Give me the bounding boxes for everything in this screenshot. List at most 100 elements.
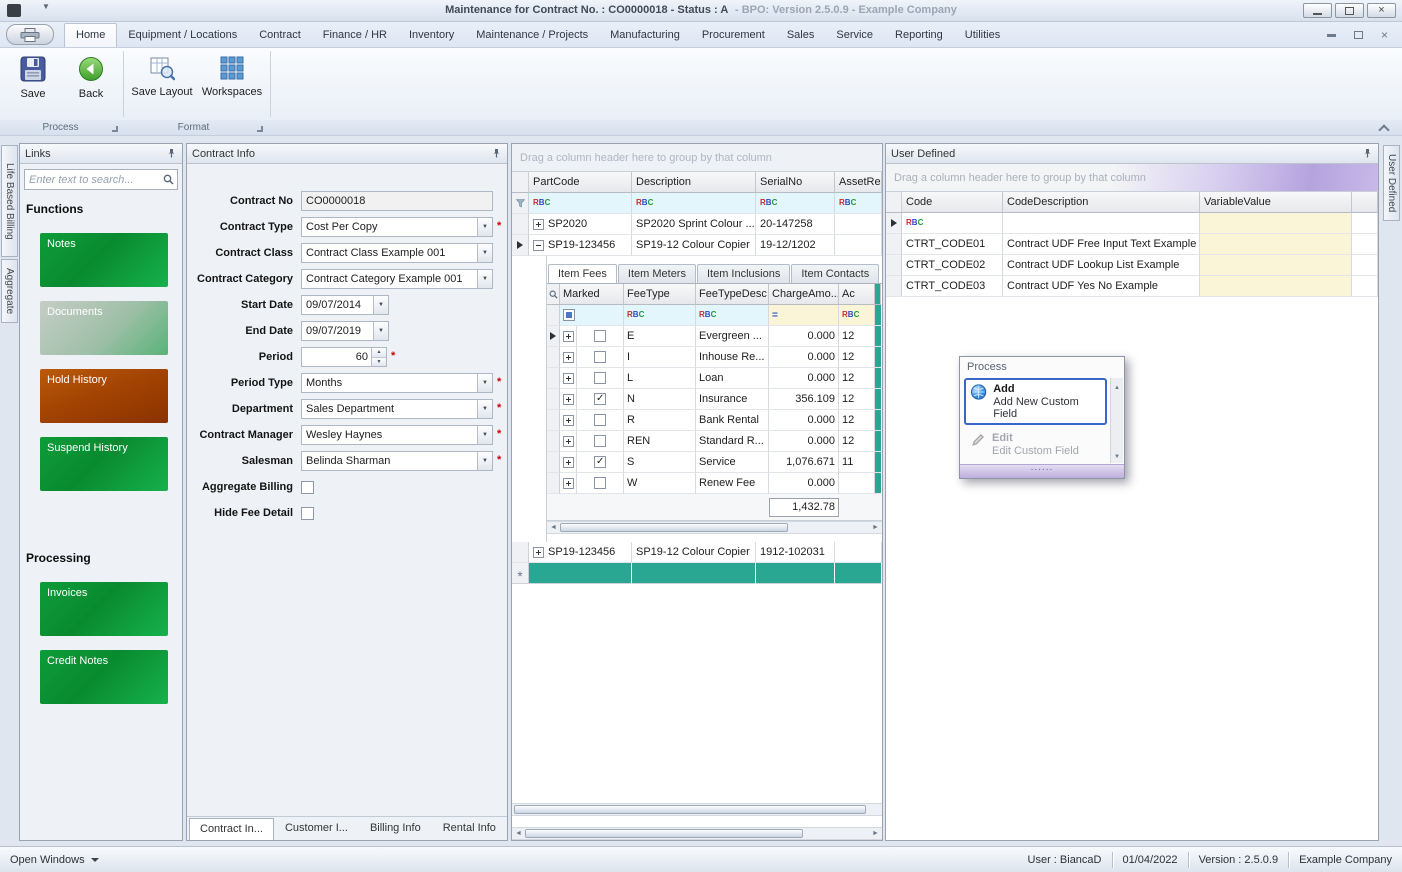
ribbon-tab-utilities[interactable]: Utilities (954, 24, 1011, 47)
scrollbar-thumb[interactable] (514, 805, 866, 814)
back-button[interactable]: Back (62, 48, 120, 120)
group-by-hint[interactable]: Drag a column header here to group by th… (886, 164, 1378, 192)
cell-feetype[interactable]: E (624, 326, 696, 347)
search-icon[interactable] (163, 174, 174, 185)
table-row[interactable]: W Renew Fee 0.000 (547, 473, 882, 494)
cell-expand[interactable] (560, 368, 577, 389)
documents-button[interactable]: Documents (40, 301, 168, 355)
column-header-chargeamount[interactable]: ChargeAmo... (769, 284, 839, 305)
invoices-button[interactable]: Invoices (40, 582, 168, 636)
column-header-code[interactable]: Code (902, 192, 1003, 213)
detail-horizontal-scrollbar[interactable] (547, 521, 882, 534)
cell-acc[interactable]: 12 (839, 389, 875, 410)
cell-feetype[interactable]: REN (624, 431, 696, 452)
column-header-marked[interactable]: Marked (560, 284, 624, 305)
new-cell-partcode[interactable] (529, 563, 632, 584)
filter-cell-acc[interactable] (839, 305, 875, 326)
cell-codedescription[interactable]: Contract UDF Yes No Example (1003, 276, 1200, 297)
cell-expand[interactable] (560, 410, 577, 431)
scroll-down-icon[interactable] (1114, 449, 1120, 461)
cell-expand[interactable] (560, 452, 577, 473)
ribbon-tab-contract[interactable]: Contract (248, 24, 312, 47)
ribbon-tab-maintenance-projects[interactable]: Maintenance / Projects (465, 24, 599, 47)
cell-feetypedesc[interactable]: Service (696, 452, 769, 473)
marked-checkbox[interactable] (594, 393, 606, 405)
end-date-picker[interactable]: 09/07/2019 (301, 321, 389, 341)
hide-fee-detail-checkbox[interactable] (301, 507, 314, 520)
contract-no-input[interactable]: CO0000018 (301, 191, 493, 211)
filter-cell-partcode[interactable] (529, 193, 632, 214)
cell-expand[interactable] (560, 431, 577, 452)
ribbon-collapse-icon[interactable] (1378, 123, 1390, 133)
mdi-close-icon[interactable]: × (1381, 31, 1388, 39)
spin-down-icon[interactable] (372, 357, 386, 367)
tab-item-meters[interactable]: Item Meters (618, 264, 696, 283)
filter-cell-serialno[interactable] (756, 193, 835, 214)
pin-icon[interactable] (1362, 148, 1373, 159)
cell-code[interactable]: CTRT_CODE03 (902, 276, 1003, 297)
add-custom-field-button[interactable]: Add Add New Custom Field (964, 378, 1107, 425)
new-cell-assetreg[interactable] (835, 563, 882, 584)
ribbon-tab-service[interactable]: Service (825, 24, 884, 47)
table-row[interactable]: REN Standard R... 0.000 12 (547, 431, 882, 452)
marked-checkbox[interactable] (594, 477, 606, 489)
cell-partcode[interactable]: SP19-123456 (529, 235, 632, 256)
contract-category-select[interactable]: Contract Category Example 001 (301, 269, 493, 289)
cell-assetreg[interactable] (835, 235, 882, 256)
new-cell-description[interactable] (632, 563, 756, 584)
dialog-launcher-icon[interactable] (257, 126, 263, 132)
notes-button[interactable]: Notes (40, 233, 168, 287)
expand-icon[interactable] (533, 219, 544, 230)
cell-chargeamount[interactable]: 0.000 (769, 326, 839, 347)
filter-cell-marked[interactable] (560, 305, 624, 326)
cell-expand[interactable] (560, 326, 577, 347)
cell-code[interactable]: CTRT_CODE02 (902, 255, 1003, 276)
cell-acc[interactable]: 12 (839, 326, 875, 347)
save-layout-button[interactable]: Save Layout (127, 48, 197, 120)
filter-cell-description[interactable] (632, 193, 756, 214)
cell-feetype[interactable]: I (624, 347, 696, 368)
ribbon-tab-procurement[interactable]: Procurement (691, 24, 776, 47)
cell-marked[interactable] (577, 452, 624, 473)
save-button[interactable]: Save (4, 48, 62, 120)
department-select[interactable]: Sales Department (301, 399, 493, 419)
new-item-row[interactable] (512, 563, 882, 584)
cell-marked[interactable] (577, 389, 624, 410)
column-header-feetypedesc[interactable]: FeeTypeDesc (696, 284, 769, 305)
cell-chargeamount[interactable]: 0.000 (769, 368, 839, 389)
scroll-up-icon[interactable] (1114, 380, 1120, 392)
workspaces-button[interactable]: Workspaces (197, 48, 267, 120)
cell-marked[interactable] (577, 473, 624, 494)
column-header-description[interactable]: Description (632, 172, 756, 193)
table-row[interactable]: E Evergreen ... 0.000 12 (547, 326, 882, 347)
filter-checkbox[interactable] (563, 309, 575, 321)
cell-marked[interactable] (577, 368, 624, 389)
column-header-acc[interactable]: Ac (839, 284, 875, 305)
table-row[interactable]: CTRT_CODE03 Contract UDF Yes No Example (886, 276, 1378, 297)
cell-chargeamount[interactable]: 1,076.671 (769, 452, 839, 473)
contract-type-select[interactable]: Cost Per Copy (301, 217, 493, 237)
cell-feetypedesc[interactable]: Insurance (696, 389, 769, 410)
titlebar[interactable]: ▼ Maintenance for Contract No. : CO00000… (0, 0, 1402, 22)
expand-icon[interactable] (563, 457, 574, 468)
column-header-serialno[interactable]: SerialNo (756, 172, 835, 193)
cell-chargeamount[interactable]: 0.000 (769, 347, 839, 368)
table-row[interactable]: R Bank Rental 0.000 12 (547, 410, 882, 431)
ribbon-tab-inventory[interactable]: Inventory (398, 24, 465, 47)
ribbon-tab-manufacturing[interactable]: Manufacturing (599, 24, 691, 47)
cell-description[interactable]: SP2020 Sprint Colour ... (632, 214, 756, 235)
cell-variablevalue[interactable] (1200, 234, 1352, 255)
cell-marked[interactable] (577, 431, 624, 452)
credit-notes-button[interactable]: Credit Notes (40, 650, 168, 704)
marked-checkbox[interactable] (594, 351, 606, 363)
tab-contract-info[interactable]: Contract In... (189, 818, 274, 840)
ribbon-tab-equipment-locations[interactable]: Equipment / Locations (117, 24, 248, 47)
side-tab-user-defined[interactable]: User Defined (1383, 145, 1400, 221)
cell-description[interactable]: SP19-12 Colour Copier (632, 542, 756, 563)
cell-acc[interactable]: 11 (839, 452, 875, 473)
cell-feetypedesc[interactable]: Inhouse Re... (696, 347, 769, 368)
scrollbar-thumb[interactable] (560, 523, 788, 532)
table-row[interactable]: I Inhouse Re... 0.000 12 (547, 347, 882, 368)
maximize-button[interactable] (1335, 3, 1364, 18)
cell-expand[interactable] (560, 473, 577, 494)
